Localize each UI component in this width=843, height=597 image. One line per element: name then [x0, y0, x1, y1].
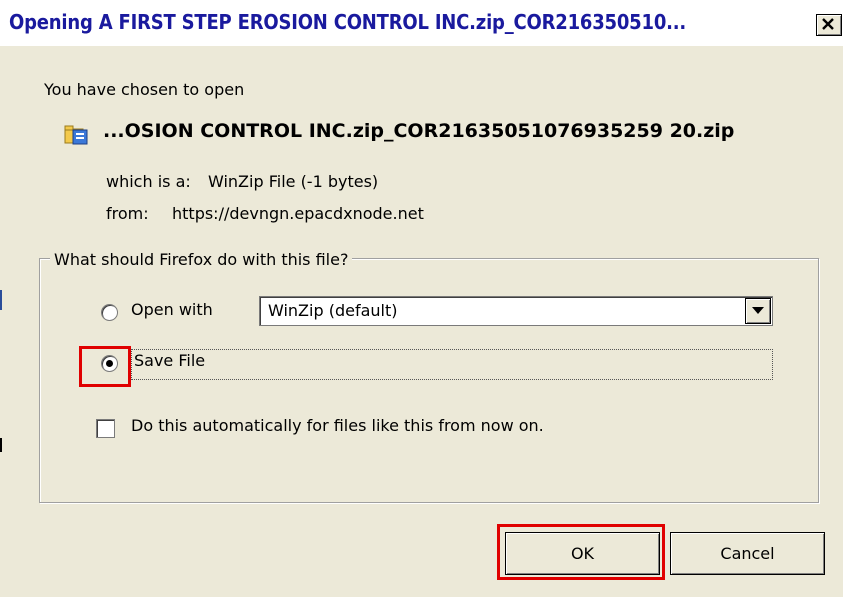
- action-group-legend: What should Firefox do with this file?: [50, 250, 353, 269]
- file-source-label: from:: [106, 204, 149, 223]
- open-with-label[interactable]: Open with: [131, 300, 213, 319]
- close-icon: [822, 18, 834, 30]
- open-with-app-select[interactable]: WinZip (default): [259, 296, 773, 326]
- dropdown-button[interactable]: [745, 298, 771, 324]
- file-name: ...OSION CONTROL INC.zip_COR216350510769…: [103, 120, 735, 142]
- open-with-radio[interactable]: [101, 304, 118, 321]
- auto-action-checkbox[interactable]: [96, 419, 115, 438]
- auto-action-label[interactable]: Do this automatically for files like thi…: [131, 416, 544, 435]
- cancel-button[interactable]: Cancel: [670, 532, 825, 575]
- focus-rectangle: [131, 349, 773, 380]
- title-bar: Opening A FIRST STEP EROSION CONTROL INC…: [0, 0, 843, 46]
- file-source-value: https://devngn.epacdxnode.net: [172, 204, 424, 223]
- intro-text: You have chosen to open: [44, 80, 245, 99]
- dialog-body: You have chosen to open ...OSION CONTROL…: [0, 46, 843, 597]
- file-type-label: which is a:: [106, 172, 191, 191]
- action-groupbox: [39, 258, 819, 503]
- close-button[interactable]: [816, 14, 842, 36]
- save-file-label[interactable]: Save File: [134, 351, 205, 370]
- save-file-highlight: [79, 346, 131, 387]
- zip-file-icon: [64, 125, 88, 145]
- open-with-app-value: WinZip (default): [268, 301, 398, 320]
- file-type-value: WinZip File (-1 bytes): [208, 172, 379, 191]
- window-title: Opening A FIRST STEP EROSION CONTROL INC…: [9, 10, 687, 34]
- window-edge-mark: [0, 438, 2, 452]
- window-edge-mark: [0, 290, 2, 310]
- cancel-button-label: Cancel: [720, 544, 775, 563]
- chevron-down-icon: [752, 307, 764, 314]
- ok-button-highlight: [497, 524, 665, 580]
